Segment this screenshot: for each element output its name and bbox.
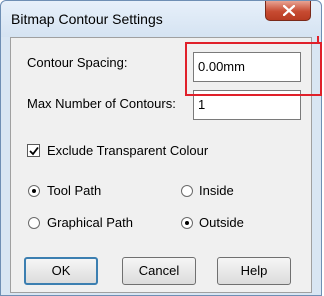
cancel-button[interactable]: Cancel: [122, 257, 196, 285]
tool-path-radio[interactable]: [28, 185, 40, 197]
exclude-transparent-checkbox[interactable]: [27, 144, 40, 157]
radio-selected-dot: [32, 189, 36, 193]
exclude-transparent-label: Exclude Transparent Colour: [47, 143, 209, 158]
help-button[interactable]: Help: [217, 257, 291, 285]
graphical-path-radio[interactable]: [28, 217, 40, 229]
contour-spacing-label: Contour Spacing:: [27, 55, 128, 70]
graphical-path-label: Graphical Path: [47, 215, 133, 230]
radio-selected-dot: [185, 221, 189, 225]
title-bar[interactable]: Bitmap Contour Settings: [1, 1, 321, 37]
checkmark-icon: [29, 146, 39, 156]
ok-button[interactable]: OK: [24, 257, 98, 285]
close-icon: [283, 5, 295, 16]
max-contours-label: Max Number of Contours:: [27, 96, 176, 111]
outside-label: Outside: [199, 215, 244, 230]
dialog-title: Bitmap Contour Settings: [11, 11, 163, 27]
outside-radio[interactable]: [181, 217, 193, 229]
inside-label: Inside: [199, 183, 234, 198]
annotation-highlight-box: [185, 42, 322, 96]
tool-path-label: Tool Path: [47, 183, 102, 198]
inside-radio[interactable]: [181, 185, 193, 197]
close-button[interactable]: [265, 1, 311, 21]
